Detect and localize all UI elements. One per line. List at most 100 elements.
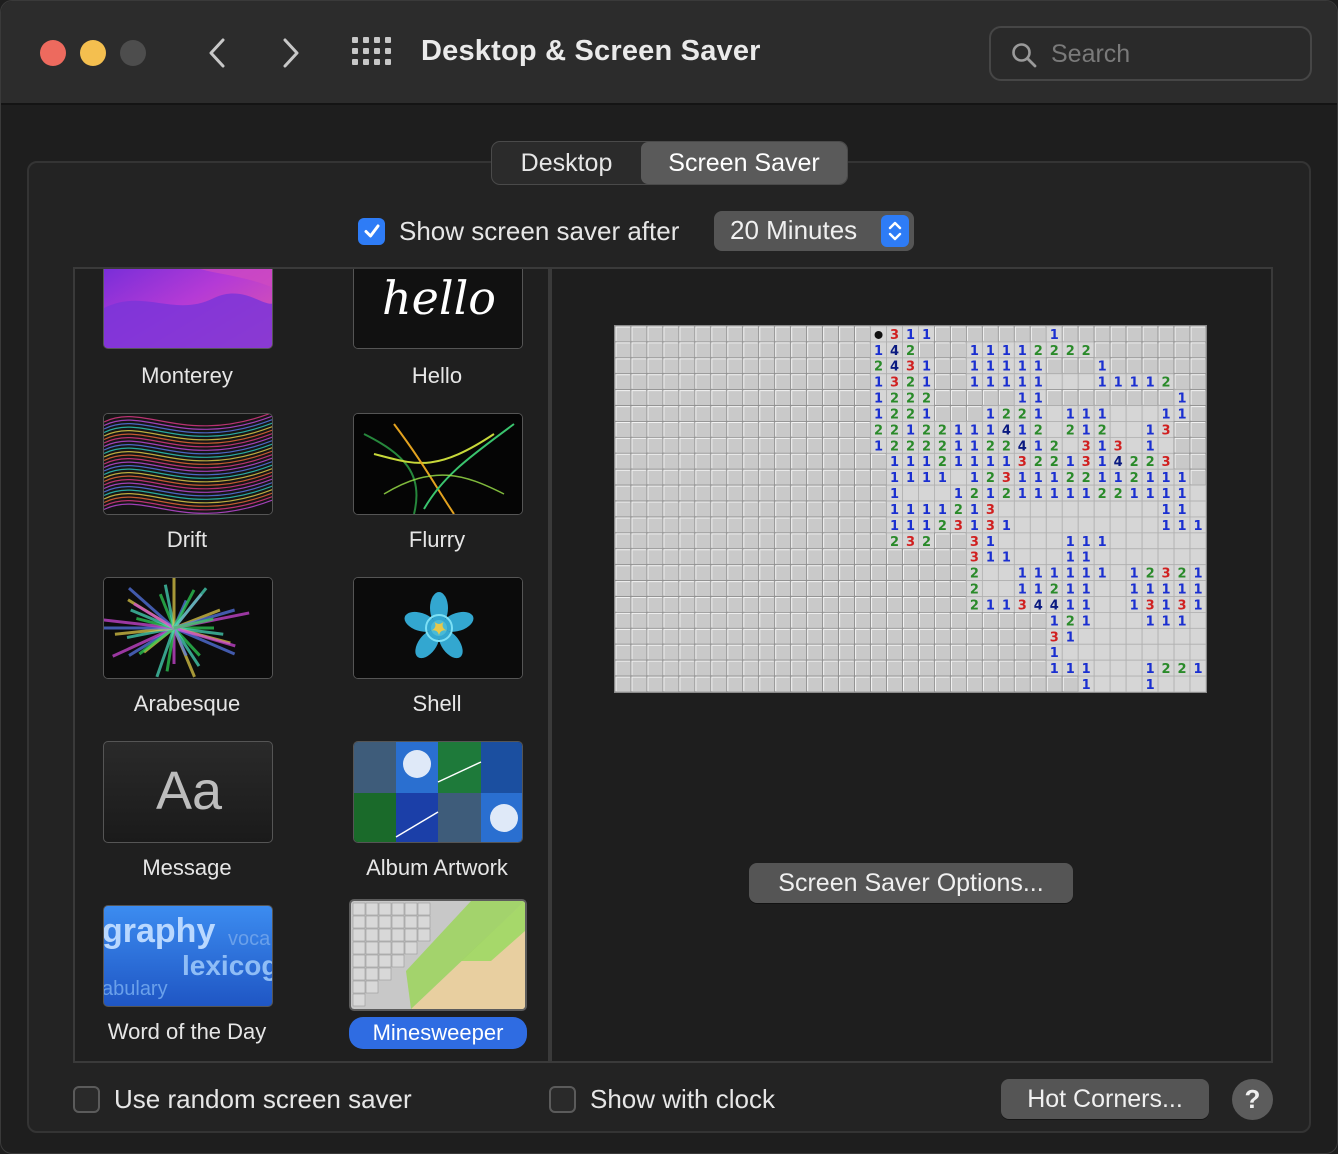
saver-thumb-album-artwork[interactable] [353, 741, 523, 843]
svg-text:3: 3 [890, 376, 899, 391]
svg-text:2: 2 [1162, 662, 1171, 677]
svg-text:2: 2 [1018, 407, 1027, 422]
svg-text:1: 1 [922, 328, 931, 343]
minimize-button[interactable] [80, 40, 106, 66]
svg-text:2: 2 [970, 583, 979, 598]
svg-text:1: 1 [1034, 439, 1043, 454]
svg-text:1: 1 [1114, 471, 1123, 486]
hot-corners-button[interactable]: Hot Corners... [1001, 1079, 1209, 1119]
random-saver-checkbox[interactable] [73, 1085, 100, 1113]
svg-text:3: 3 [1162, 455, 1171, 470]
saver-thumb-drift[interactable] [103, 413, 273, 515]
search-input[interactable] [1051, 38, 1291, 70]
svg-text:2: 2 [1066, 344, 1075, 359]
svg-text:1: 1 [1002, 598, 1011, 613]
svg-text:1: 1 [1178, 407, 1187, 422]
svg-text:1: 1 [1146, 662, 1155, 677]
svg-text:1: 1 [986, 551, 995, 566]
svg-text:1: 1 [1146, 614, 1155, 629]
saver-thumb-shell[interactable] [353, 577, 523, 679]
chevron-left-icon [209, 38, 225, 68]
svg-text:2: 2 [874, 360, 883, 375]
svg-text:3: 3 [986, 503, 995, 518]
svg-text:1: 1 [1050, 567, 1059, 582]
forward-button[interactable] [271, 31, 311, 75]
saver-name-arabesque: Arabesque [133, 691, 241, 716]
zoom-button[interactable] [120, 40, 146, 66]
svg-text:1: 1 [1146, 678, 1155, 692]
back-button[interactable] [197, 31, 237, 75]
svg-text:2: 2 [1034, 455, 1043, 470]
svg-text:1: 1 [1114, 376, 1123, 391]
svg-text:3: 3 [954, 519, 963, 534]
svg-text:1: 1 [1018, 487, 1027, 502]
svg-text:1: 1 [954, 487, 963, 502]
show-after-checkbox[interactable] [358, 217, 385, 245]
show-clock-label: Show with clock [590, 1083, 775, 1114]
svg-text:1: 1 [922, 471, 931, 486]
svg-text:1: 1 [970, 360, 979, 375]
svg-text:1: 1 [1066, 487, 1075, 502]
svg-text:3: 3 [1162, 567, 1171, 582]
saver-name-word-of-the-day: Word of the Day [107, 1019, 267, 1044]
saver-name-minesweeper: Minesweeper [349, 1017, 527, 1049]
svg-text:1: 1 [1146, 376, 1155, 391]
show-clock-checkbox[interactable] [549, 1085, 576, 1113]
svg-text:1: 1 [1146, 487, 1155, 502]
svg-text:1: 1 [1082, 583, 1091, 598]
saver-thumb-message[interactable]: Aa [103, 741, 273, 843]
saver-thumb-flurry[interactable] [353, 413, 523, 515]
svg-text:1: 1 [1002, 551, 1011, 566]
saver-thumb-arabesque[interactable] [103, 577, 273, 679]
saver-thumb-hello[interactable]: hello [353, 269, 523, 349]
svg-text:2: 2 [1050, 344, 1059, 359]
tab-desktop[interactable]: Desktop [492, 142, 641, 184]
svg-text:1: 1 [1162, 519, 1171, 534]
svg-text:1: 1 [1050, 662, 1059, 677]
svg-text:1: 1 [1146, 471, 1155, 486]
svg-text:1: 1 [1066, 662, 1075, 677]
svg-text:1: 1 [1050, 471, 1059, 486]
saver-name-message: Message [142, 855, 232, 880]
svg-text:1: 1 [1018, 344, 1027, 359]
saver-name-album-artwork: Album Artwork [366, 855, 508, 880]
svg-text:1: 1 [938, 471, 947, 486]
up-down-chevron-icon [881, 215, 909, 247]
svg-text:3: 3 [890, 328, 899, 343]
svg-text:2: 2 [890, 392, 899, 407]
svg-text:1: 1 [1162, 487, 1171, 502]
search-field[interactable] [989, 26, 1312, 81]
svg-text:1: 1 [1034, 392, 1043, 407]
svg-text:3: 3 [1146, 598, 1155, 613]
svg-text:1: 1 [1050, 487, 1059, 502]
help-button[interactable]: ? [1232, 1079, 1273, 1120]
svg-text:1: 1 [1034, 567, 1043, 582]
svg-text:1: 1 [1018, 376, 1027, 391]
svg-text:2: 2 [874, 423, 883, 438]
svg-text:1: 1 [1082, 598, 1091, 613]
screen-saver-list[interactable]: Monterey hello Hello Drift Flurry Arabes… [73, 267, 550, 1063]
saver-thumb-minesweeper[interactable] [349, 899, 527, 1011]
svg-text:3: 3 [1082, 439, 1091, 454]
show-all-grid-icon[interactable] [352, 37, 394, 69]
saver-thumb-word-of-the-day[interactable]: graphy lexicog abulary voca [103, 905, 273, 1007]
tab-screen-saver[interactable]: Screen Saver [641, 142, 847, 184]
svg-text:1: 1 [1098, 471, 1107, 486]
svg-text:2: 2 [1178, 567, 1187, 582]
svg-text:2: 2 [986, 439, 995, 454]
svg-text:1: 1 [1050, 646, 1059, 661]
idle-time-select[interactable]: 20 Minutes [714, 211, 914, 251]
screen-saver-options-button[interactable]: Screen Saver Options... [749, 863, 1073, 903]
saver-thumb-monterey[interactable] [103, 269, 273, 349]
svg-text:1: 1 [1082, 678, 1091, 692]
svg-text:4: 4 [1002, 423, 1011, 438]
svg-text:1: 1 [1018, 423, 1027, 438]
svg-text:1: 1 [922, 360, 931, 375]
svg-text:1: 1 [1018, 392, 1027, 407]
svg-text:2: 2 [906, 439, 915, 454]
svg-text:1: 1 [874, 439, 883, 454]
svg-text:1: 1 [1082, 487, 1091, 502]
svg-text:2: 2 [906, 392, 915, 407]
show-clock-row: Show with clock [549, 1083, 775, 1115]
close-button[interactable] [40, 40, 66, 66]
